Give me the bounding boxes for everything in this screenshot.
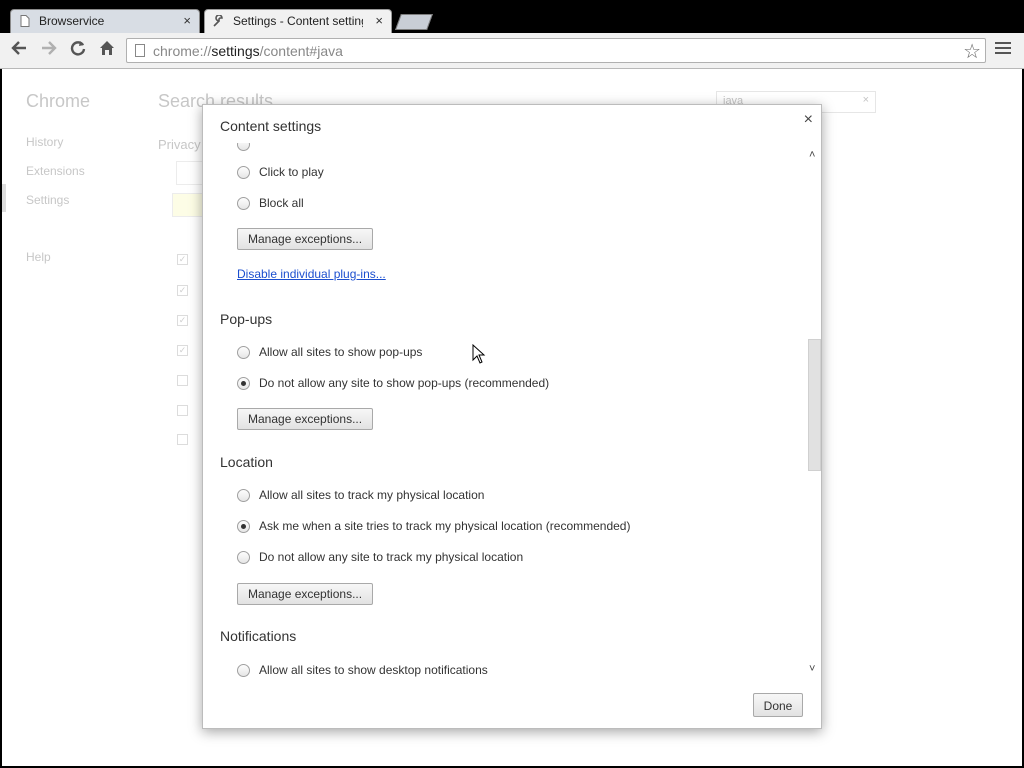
- radio-button[interactable]: [237, 197, 250, 211]
- popups-manage-exceptions-button[interactable]: Manage exceptions...: [237, 408, 374, 430]
- tab-close-icon[interactable]: ×: [183, 13, 191, 28]
- wrench-icon: [213, 15, 223, 27]
- address-bar[interactable]: chrome://settings/content#java ☆: [126, 38, 986, 63]
- toolbar: chrome://settings/content#java ☆: [0, 33, 1024, 69]
- page-icon: [20, 15, 30, 27]
- forward-arrow-icon[interactable]: [38, 39, 60, 61]
- bg-checkbox: ✓: [177, 315, 188, 326]
- notifications-heading: Notifications: [220, 628, 297, 644]
- clear-search-icon[interactable]: ×: [863, 94, 869, 106]
- content-settings-dialog: Content settings × Click to play Block a…: [202, 104, 822, 729]
- radio-button[interactable]: [237, 664, 250, 678]
- reload-icon[interactable]: [67, 39, 89, 61]
- nav-selection-bar: [2, 184, 6, 212]
- tab-close-icon[interactable]: ×: [375, 13, 383, 28]
- bookmark-star-icon[interactable]: ☆: [963, 39, 981, 64]
- radio-option-cut[interactable]: [237, 143, 259, 152]
- radio-button[interactable]: [237, 520, 250, 534]
- scroll-up-chevron-icon[interactable]: ˄: [809, 149, 815, 161]
- disable-plugins-link[interactable]: Disable individual plug-ins...: [237, 267, 386, 281]
- page-icon: [135, 44, 145, 57]
- done-button[interactable]: Done: [753, 693, 803, 717]
- nav-settings[interactable]: Settings: [26, 193, 69, 207]
- radio-button[interactable]: [237, 143, 250, 152]
- popups-heading: Pop-ups: [220, 311, 273, 327]
- nav-extensions[interactable]: Extensions: [26, 164, 85, 178]
- radio-option-allow-popups[interactable]: Allow all sites to show pop-ups: [237, 345, 422, 360]
- menu-icon[interactable]: [995, 42, 1011, 56]
- radio-option-block-location[interactable]: Do not allow any site to track my physic…: [237, 550, 523, 565]
- nav-history[interactable]: History: [26, 135, 63, 149]
- bg-notice: [172, 193, 206, 217]
- plugins-manage-exceptions-button[interactable]: Manage exceptions...: [237, 228, 374, 250]
- tab-browservice[interactable]: Browservice ×: [10, 9, 200, 33]
- radio-option-allow-location[interactable]: Allow all sites to track my physical loc…: [237, 488, 484, 503]
- radio-button[interactable]: [237, 551, 250, 565]
- home-icon[interactable]: [96, 39, 118, 61]
- scrollbar-thumb[interactable]: [808, 339, 821, 471]
- radio-option-click-to-play[interactable]: Click to play: [237, 165, 324, 180]
- radio-button[interactable]: [237, 489, 250, 503]
- tab-title: Browservice: [39, 14, 105, 28]
- nav-help[interactable]: Help: [26, 250, 51, 264]
- radio-option-block-all[interactable]: Block all: [237, 196, 304, 211]
- back-arrow-icon[interactable]: [8, 39, 30, 61]
- radio-option-allow-notifications[interactable]: Allow all sites to show desktop notifica…: [237, 663, 488, 678]
- radio-button[interactable]: [237, 166, 250, 180]
- bg-checkbox: [177, 434, 188, 445]
- settings-scroll-area[interactable]: Click to play Block all Manage exception…: [203, 143, 807, 678]
- bg-checkbox: ✓: [177, 285, 188, 296]
- radio-option-block-popups[interactable]: Do not allow any site to show pop-ups (r…: [237, 376, 549, 391]
- bg-checkbox: [177, 405, 188, 416]
- location-manage-exceptions-button[interactable]: Manage exceptions...: [237, 583, 374, 605]
- url-text: chrome://settings/content#java: [153, 43, 343, 59]
- scroll-down-chevron-icon[interactable]: ˅: [809, 663, 815, 675]
- tab-title: Settings - Content settings: [233, 14, 363, 28]
- radio-option-ask-location[interactable]: Ask me when a site tries to track my phy…: [237, 519, 630, 534]
- mouse-cursor-icon: [472, 344, 486, 364]
- dialog-scrollbar[interactable]: ˄ ˅: [807, 149, 821, 678]
- bg-checkbox: ✓: [177, 345, 188, 356]
- brand-title: Chrome: [26, 91, 91, 111]
- privacy-heading: Privacy: [158, 137, 201, 152]
- location-heading: Location: [220, 454, 273, 470]
- bg-checkbox: ✓: [177, 254, 188, 265]
- close-icon[interactable]: ×: [804, 111, 813, 129]
- bg-checkbox: [177, 375, 188, 386]
- radio-button[interactable]: [237, 377, 250, 391]
- tab-settings[interactable]: Settings - Content settings ×: [204, 9, 392, 35]
- dialog-title: Content settings: [220, 118, 322, 134]
- new-tab-button[interactable]: [395, 14, 433, 30]
- radio-button[interactable]: [237, 346, 250, 360]
